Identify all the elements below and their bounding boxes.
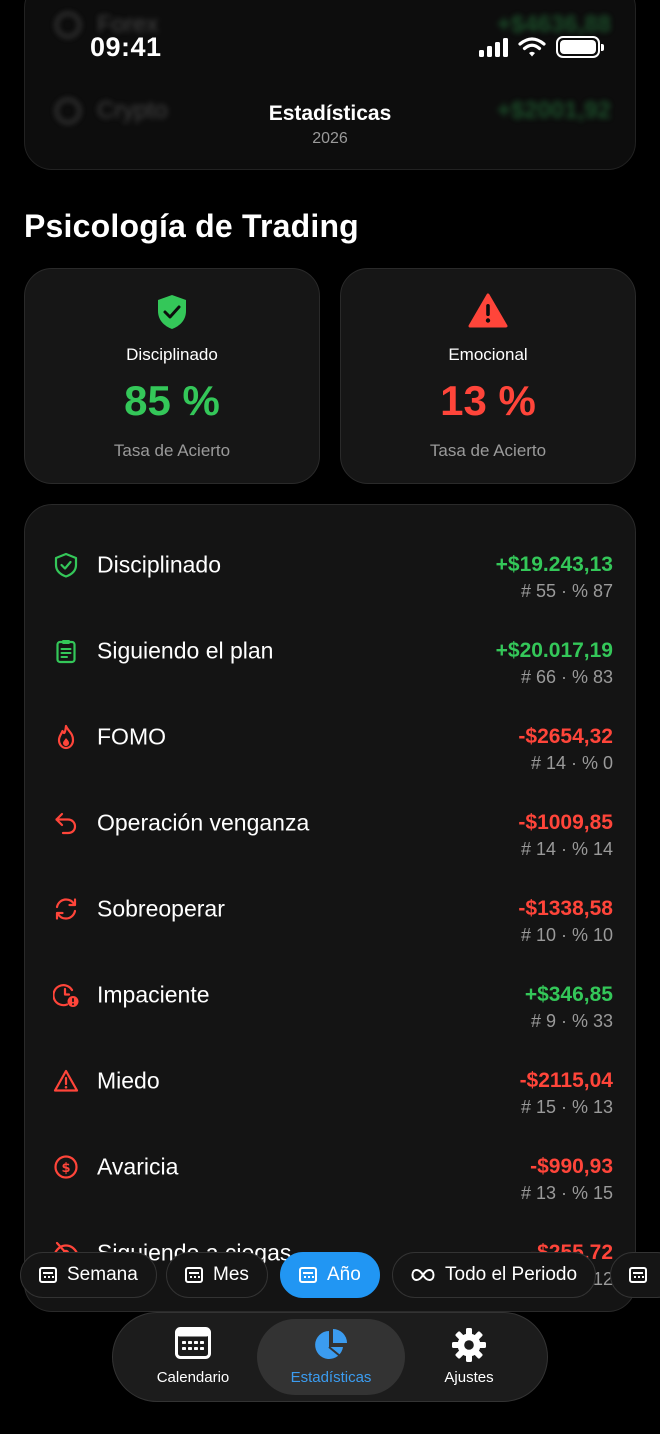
- list-item-stats: # 66 · % 83: [520, 667, 613, 687]
- list-item-amount: -$1009,85: [518, 811, 613, 834]
- wifi-icon: [518, 37, 546, 57]
- calendar-icon: [119, 1327, 267, 1363]
- psychology-list: Disciplinado +$19.243,13 # 55 · % 87 Sig…: [24, 504, 636, 1312]
- list-item-stats: # 13 · % 15: [520, 1183, 613, 1203]
- shield-check-icon: [25, 293, 319, 333]
- calendar-icon: [299, 1267, 317, 1283]
- list-item-amount: -$2654,32: [518, 725, 613, 748]
- list-item-stats: # 15 · % 13: [520, 1097, 613, 1117]
- page-subtitle: 2026: [312, 130, 348, 147]
- period-label: Año: [327, 1264, 361, 1285]
- list-item-name: Miedo: [97, 1067, 160, 1094]
- infinity-icon: [411, 1268, 435, 1282]
- calendar-icon: [629, 1267, 647, 1283]
- summary-percent: 85 %: [124, 377, 220, 424]
- period-week-button[interactable]: Semana: [20, 1252, 157, 1298]
- gear-icon: [395, 1327, 543, 1363]
- summary-caption: Tasa de Acierto: [113, 441, 231, 460]
- cellular-signal-icon: [479, 37, 508, 57]
- list-item[interactable]: Operación venganza -$1009,85 # 14 · % 14: [25, 777, 635, 863]
- list-item-name: Impaciente: [97, 981, 210, 1008]
- tab-label: Estadísticas: [290, 1369, 372, 1386]
- section-title: Psicología de Trading: [24, 208, 359, 244]
- page-title: Estadísticas: [268, 102, 392, 125]
- tab-label: Calendario: [156, 1369, 230, 1386]
- dollar-circle-icon: $: [54, 1155, 78, 1179]
- list-item-name: Avaricia: [97, 1153, 179, 1180]
- list-item-amount: -$2115,04: [519, 1069, 613, 1092]
- shield-check-icon: [54, 552, 78, 578]
- list-item[interactable]: Disciplinado +$19.243,13 # 55 · % 87: [25, 519, 635, 605]
- period-all-button[interactable]: Todo el Periodo: [392, 1252, 597, 1298]
- list-item-amount: +$20.017,19: [495, 639, 613, 662]
- list-item[interactable]: Miedo -$2115,04 # 15 · % 13: [25, 1035, 635, 1121]
- refresh-icon: [55, 898, 77, 920]
- list-item-name: Disciplinado: [97, 551, 222, 578]
- list-item-stats: # 14 · % 14: [520, 839, 613, 859]
- period-year-button[interactable]: Año: [280, 1252, 380, 1298]
- period-label: Todo el Periodo: [445, 1264, 578, 1285]
- pie-chart-icon: [257, 1327, 405, 1363]
- list-item-stats: # 10 · % 10: [520, 925, 613, 945]
- disciplined-summary-card[interactable]: Disciplinado 85 % Tasa de Acierto: [24, 268, 320, 484]
- list-item[interactable]: Sobreoperar -$1338,58 # 10 · % 10: [25, 863, 635, 949]
- summary-percent: 13 %: [440, 377, 536, 424]
- period-label: Semana: [67, 1264, 138, 1285]
- calendar-icon: [185, 1267, 203, 1283]
- list-item[interactable]: FOMO -$2654,32 # 14 · % 0: [25, 691, 635, 777]
- clock-alert-icon: [53, 984, 79, 1007]
- list-item-amount: -$1338,58: [518, 897, 613, 920]
- list-item-amount: +$346,85: [524, 983, 613, 1006]
- list-item-stats: # 14 · % 0: [530, 753, 613, 773]
- period-label: Mes: [213, 1264, 249, 1285]
- period-custom-button[interactable]: [610, 1252, 660, 1298]
- list-item[interactable]: Impaciente +$346,85 # 9 · % 33: [25, 949, 635, 1035]
- svg-text:$: $: [61, 1161, 70, 1176]
- warning-triangle-icon: [53, 1069, 79, 1092]
- list-item-amount: -$990,93: [530, 1155, 613, 1178]
- list-item[interactable]: $ Avaricia -$990,93 # 13 · % 15: [25, 1121, 635, 1207]
- list-item-name: Sobreoperar: [97, 895, 225, 922]
- battery-icon: [556, 36, 604, 58]
- list-item[interactable]: Siguiendo el plan +$20.017,19 # 66 · % 8…: [25, 605, 635, 691]
- period-selector: Semana Mes Año Todo el Periodo: [0, 1252, 660, 1298]
- status-icons: [479, 36, 604, 58]
- list-item-name: Siguiendo el plan: [97, 637, 274, 664]
- tab-label: Ajustes: [444, 1369, 494, 1386]
- return-arrow-icon: [55, 812, 77, 835]
- list-item-stats: # 9 · % 33: [530, 1011, 613, 1031]
- period-month-button[interactable]: Mes: [166, 1252, 268, 1298]
- list-item-amount: +$19.243,13: [495, 553, 613, 576]
- list-item-name: FOMO: [97, 723, 166, 750]
- emotional-summary-card[interactable]: Emocional 13 % Tasa de Acierto: [340, 268, 636, 484]
- warning-triangle-icon: [341, 293, 635, 333]
- clipboard-icon: [56, 640, 76, 664]
- tab-calendar[interactable]: Calendario: [119, 1319, 267, 1395]
- list-item-name: Operación venganza: [97, 809, 310, 836]
- flame-icon: [57, 724, 75, 750]
- tab-bar: Calendario Estadísticas Ajustes: [112, 1312, 548, 1402]
- list-item-stats: # 55 · % 87: [520, 581, 613, 601]
- summary-label: Emocional: [448, 345, 528, 364]
- tab-settings[interactable]: Ajustes: [395, 1319, 543, 1395]
- summary-caption: Tasa de Acierto: [429, 441, 547, 460]
- status-bar: 09:41: [0, 0, 660, 96]
- tab-statistics[interactable]: Estadísticas: [257, 1319, 405, 1395]
- calendar-icon: [39, 1267, 57, 1283]
- summary-label: Disciplinado: [126, 345, 218, 364]
- status-time: 09:41: [90, 32, 162, 62]
